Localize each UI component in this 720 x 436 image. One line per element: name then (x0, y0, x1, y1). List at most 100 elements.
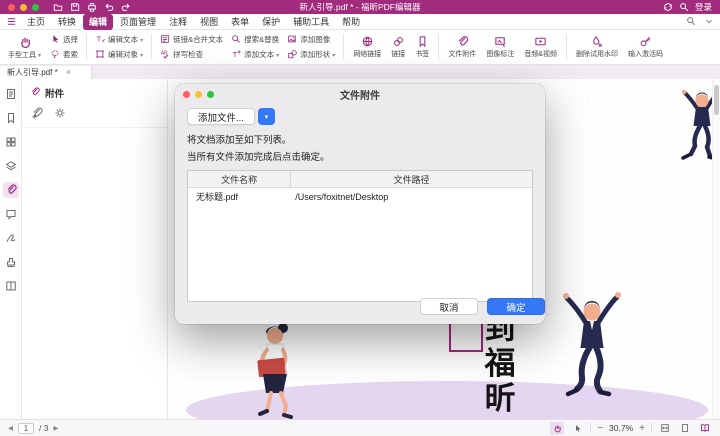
lasso-tool-button[interactable]: 套索 (47, 49, 81, 61)
add-files-dropdown-button[interactable]: ▾ (258, 108, 275, 125)
close-window-button[interactable] (8, 4, 15, 11)
tab-close-icon[interactable]: × (66, 68, 71, 77)
next-page-icon[interactable]: ▶ (53, 424, 58, 432)
page-panel-icon[interactable] (3, 86, 19, 102)
table-row[interactable]: 无标题.pdf /Users/foxitnet/Desktop (188, 188, 532, 205)
column-header-file-name[interactable]: 文件名称 (188, 171, 291, 187)
vertical-scrollbar[interactable] (712, 79, 720, 419)
toolbar-divider (438, 34, 439, 60)
status-hand-tool-icon[interactable] (550, 422, 564, 435)
file-menu-icon[interactable] (6, 16, 17, 27)
dialog-instruction-line1: 将文档添加至如下列表。 (187, 132, 533, 146)
remove-trial-watermark-button[interactable]: 删除试用水印 (572, 34, 622, 60)
hand-tool-button[interactable]: 手型工具 ▾ (4, 33, 45, 61)
search-icon[interactable] (679, 2, 689, 12)
layers-panel-icon[interactable] (3, 158, 19, 174)
hand-tool-icon (17, 34, 32, 51)
attachment-header-icon (30, 87, 40, 100)
undo-icon[interactable] (104, 2, 114, 12)
add-attachment-icon[interactable] (31, 107, 43, 121)
bookmark-icon (416, 35, 429, 50)
search-replace-button[interactable]: 搜索&替换 (228, 34, 282, 46)
sync-icon[interactable] (663, 2, 673, 12)
column-header-file-path[interactable]: 文件路径 (291, 171, 532, 187)
zoom-level-value[interactable]: 30.7% (609, 423, 633, 433)
page-number-input[interactable]: 1 (18, 423, 34, 434)
menu-tab-convert[interactable]: 转换 (52, 14, 82, 30)
minimize-window-button[interactable] (20, 4, 27, 11)
fit-page-icon[interactable] (678, 422, 692, 435)
audio-video-button[interactable]: 音频&视频 (520, 34, 561, 60)
fit-width-icon[interactable] (658, 422, 672, 435)
prev-page-icon[interactable]: ◀ (8, 424, 13, 432)
navigation-icon-strip (0, 79, 22, 419)
image-annotation-icon (494, 35, 507, 50)
bookmark-button[interactable]: 书签 (411, 34, 433, 60)
collapse-ribbon-icon[interactable] (704, 16, 714, 28)
edit-object-icon (95, 49, 105, 61)
hand-tool-caret-icon: ▾ (38, 53, 41, 59)
spell-check-button[interactable]: AB 拼写检查 (157, 49, 226, 61)
comments-panel-icon[interactable] (3, 206, 19, 222)
menu-tab-edit[interactable]: 编辑 (83, 14, 113, 30)
add-text-button[interactable]: T 添加文本 ▾ (228, 49, 282, 61)
reading-mode-icon[interactable] (698, 422, 712, 435)
scrollbar-thumb[interactable] (714, 85, 719, 115)
select-tool-button[interactable]: 选择 (47, 34, 81, 46)
image-annotation-button[interactable]: 图像标注 (482, 34, 518, 60)
bookmarks-panel-icon[interactable] (3, 110, 19, 126)
dialog-instruction-line2: 当所有文件添加完成后点击确定。 (187, 149, 533, 163)
toolbar-divider (86, 34, 87, 60)
link-merge-text-button[interactable]: 链接&合并文本 (157, 34, 226, 46)
zoom-in-icon[interactable]: + (639, 423, 645, 434)
document-tabbar: 新人引导.pdf * × (0, 65, 720, 79)
link-button[interactable]: 链接 (387, 34, 409, 60)
menu-tab-accessibility[interactable]: 辅助工具 (287, 14, 335, 30)
toolbar-divider (343, 34, 344, 60)
zoom-out-icon[interactable]: − (597, 423, 603, 434)
add-shape-button[interactable]: 添加形状 ▾ (284, 49, 338, 61)
table-header-row: 文件名称 文件路径 (188, 171, 532, 188)
add-files-button[interactable]: 添加文件... (187, 108, 255, 125)
add-image-button[interactable]: 添加图像 (284, 34, 338, 46)
menu-tab-page-manage[interactable]: 页面管理 (114, 14, 162, 30)
add-shape-icon (287, 49, 297, 61)
thumbnails-panel-icon[interactable] (3, 134, 19, 150)
menu-tab-protect[interactable]: 保护 (256, 14, 286, 30)
menu-tab-form[interactable]: 表单 (225, 14, 255, 30)
cancel-button[interactable]: 取消 (420, 298, 478, 315)
login-button[interactable]: 登录 (695, 1, 712, 13)
page-total-label: / 3 (39, 423, 48, 433)
audio-video-icon (534, 35, 547, 50)
ok-button[interactable]: 确定 (487, 298, 545, 315)
spell-check-icon: AB (160, 49, 170, 61)
edit-object-button[interactable]: 编辑对象 ▾ (92, 49, 146, 61)
menu-tab-view[interactable]: 视图 (194, 14, 224, 30)
open-file-icon[interactable] (53, 2, 63, 12)
signature-panel-icon[interactable] (3, 230, 19, 246)
attachment-settings-icon[interactable] (54, 107, 66, 121)
stamp-panel-icon[interactable] (3, 254, 19, 270)
menu-tab-comment[interactable]: 注释 (163, 14, 193, 30)
menu-tab-home[interactable]: 主页 (21, 14, 51, 30)
edit-text-button[interactable]: T 编辑文本 ▾ (92, 34, 146, 46)
window-controls (8, 4, 39, 11)
print-icon[interactable] (87, 2, 97, 12)
web-link-icon (361, 35, 374, 50)
status-select-tool-icon[interactable] (570, 422, 584, 435)
enter-activation-code-button[interactable]: 输入激活码 (624, 34, 667, 60)
dialog-body: 添加文件... ▾ 将文档添加至如下列表。 当所有文件添加完成后点击确定。 文件… (175, 104, 545, 324)
web-link-button[interactable]: 网络链接 (349, 34, 385, 60)
attachments-panel-icon[interactable] (3, 182, 19, 198)
menubar-right-icons (686, 16, 714, 28)
maximize-window-button[interactable] (32, 4, 39, 11)
file-attachment-button[interactable]: 文件附件 (444, 34, 480, 60)
statusbar: ◀ 1 / 3 ▶ − 30.7% + (0, 419, 720, 436)
menu-tab-help[interactable]: 帮助 (336, 14, 366, 30)
split-view-icon[interactable] (3, 278, 19, 294)
watermark-icon (590, 35, 603, 50)
save-icon[interactable] (70, 2, 80, 12)
document-tab[interactable]: 新人引导.pdf * × (0, 66, 92, 79)
file-path-cell: /Users/foxitnet/Desktop (291, 192, 532, 202)
find-icon[interactable] (686, 16, 696, 28)
